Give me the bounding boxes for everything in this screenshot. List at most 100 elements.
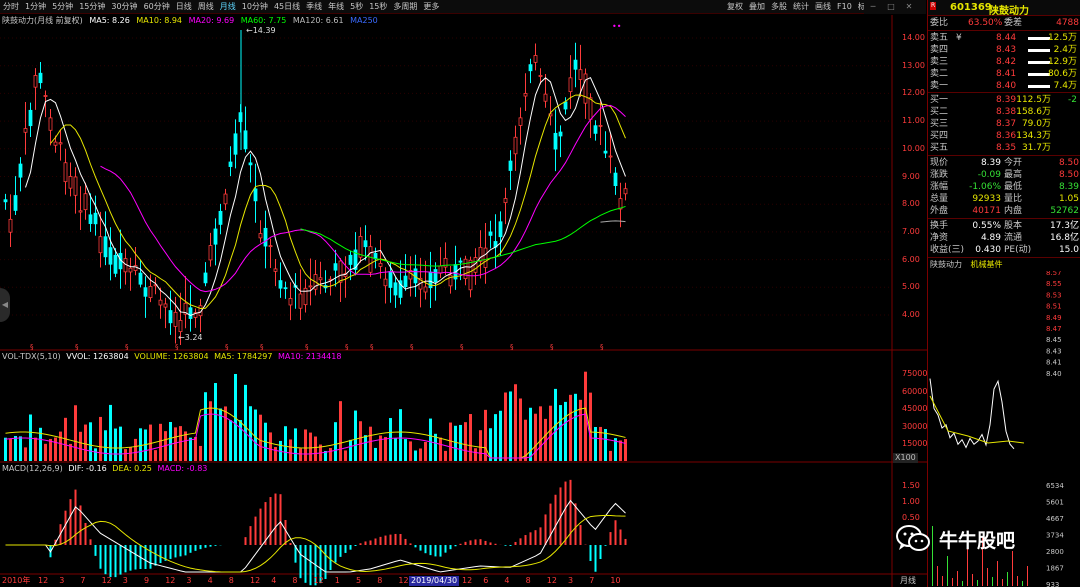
mini-vol-tick: 6534 (1046, 482, 1064, 490)
signal-marker: § (175, 343, 179, 351)
bid-row[interactable]: 买四 8.36 134.3万 (928, 130, 1080, 142)
date-tick-label: 12 (462, 576, 473, 585)
ask-row[interactable]: 卖五 ¥8.44 12.5万 (928, 32, 1080, 44)
macd-bar (594, 545, 597, 572)
volume-bar (374, 447, 377, 461)
date-tick-label: 12 (313, 576, 324, 585)
volume-bar (54, 437, 57, 461)
mini-price-tick: 8.53 (1046, 291, 1062, 299)
date-tick-label: 3 (186, 576, 192, 585)
macd-bar (119, 545, 122, 575)
mini-tab-sector[interactable]: 机械基件 (971, 260, 1003, 269)
volume-bar (429, 418, 432, 461)
candle-body (223, 193, 228, 205)
macd-bar (589, 545, 592, 561)
scroll-left-button[interactable]: ◀ (0, 288, 10, 322)
macd-bar (474, 539, 477, 545)
volume-bar (179, 426, 182, 461)
volume-bar (334, 422, 337, 461)
axis-tick-label: 45000 (902, 404, 928, 413)
ask-row[interactable]: 卖三 8.42 12.9万 (928, 56, 1080, 68)
ask-row[interactable]: 卖四 8.43 2.4万 (928, 44, 1080, 56)
macd-bar (304, 545, 307, 583)
date-tick-label: 3 (59, 576, 65, 585)
volume-bar (559, 405, 562, 461)
mini-price-tick: 8.47 (1046, 325, 1062, 333)
macd-bar (274, 493, 277, 545)
bid-row[interactable]: 买三 8.37 79.0万 (928, 118, 1080, 130)
volume-bar (154, 450, 157, 461)
ask-row[interactable]: 卖一 8.40 7.4万 (928, 80, 1080, 92)
volume-bar (184, 431, 187, 461)
macd-label: MACD: -0.83 (157, 464, 208, 473)
mini-avg-line (929, 395, 1025, 444)
kline-title: 陕鼓动力(月线 前复权) (2, 16, 83, 25)
volume-bar (129, 446, 132, 461)
macd-bar (424, 545, 427, 554)
macd-bar (419, 545, 422, 551)
macd-bar (154, 545, 157, 566)
macd-bar (204, 545, 207, 548)
volume-bar (549, 405, 552, 461)
candle-body (38, 72, 43, 84)
mini-tab-stock[interactable]: 陕鼓动力 (930, 260, 962, 269)
candle-body (58, 142, 63, 145)
mini-vol-bar (1027, 566, 1028, 586)
macd-bar (384, 535, 387, 545)
candle-body (203, 272, 208, 284)
macd-bar (289, 543, 292, 545)
candle-body (83, 193, 88, 211)
axis-tick-label: 4.00 (902, 310, 920, 319)
signal-marker: § (410, 343, 414, 351)
volume-bar (84, 424, 87, 461)
candle-body (103, 236, 108, 258)
macd-bar (84, 523, 87, 545)
ma120-line (600, 220, 626, 223)
candle-body (43, 95, 48, 97)
volume-bar (529, 407, 532, 461)
bid-row[interactable]: 买一 8.39 112.5万 -2 (928, 94, 1080, 106)
volume-bar (539, 406, 542, 461)
macd-bar (599, 545, 602, 560)
volume-bar (464, 422, 467, 461)
macd-bar (269, 497, 272, 545)
volume-bar (4, 437, 7, 461)
candle-body (173, 311, 178, 327)
mini-vol-tick: 4667 (1046, 515, 1064, 523)
volume-bar (204, 392, 207, 461)
volume-bar (369, 426, 372, 461)
volume-bar (409, 441, 412, 461)
macd-bar (509, 545, 512, 546)
signal-marker: § (305, 343, 309, 351)
date-tick-label: 4 (504, 576, 510, 585)
stock-name: 陕鼓动力 (989, 6, 1029, 17)
candle-body (613, 172, 618, 187)
volume-bar (44, 443, 47, 461)
candle-body (403, 275, 408, 288)
signal-marker: § (550, 343, 554, 351)
bid-row[interactable]: 买五 8.35 31.7万 (928, 142, 1080, 154)
stat2-row: 净资 4.89 流通 16.8亿 (930, 233, 1079, 243)
chart-canvas[interactable]: § § § § § § § § § § § § § § (0, 0, 927, 587)
volume-bar (454, 425, 457, 461)
volume-bar (124, 449, 127, 461)
date-tick-label: 12 (165, 576, 176, 585)
macd-bar (614, 520, 617, 545)
candle-body (133, 265, 138, 271)
macd-bar (414, 545, 417, 548)
signal-marker: § (510, 343, 514, 351)
stat-row: 涨幅 -1.06% 最低 8.39 (930, 182, 1079, 192)
dif-label: DIF: -0.16 (68, 464, 107, 473)
axis-tick-label: 5.00 (902, 282, 920, 292)
candle-body (78, 210, 83, 213)
date-tick-label: 5 (356, 576, 362, 585)
ask-row[interactable]: 卖二 8.41 80.6万 (928, 68, 1080, 80)
bid-row[interactable]: 买二 8.38 158.6万 (928, 106, 1080, 118)
candle-body (623, 188, 628, 195)
volume-bar (159, 423, 162, 461)
candle-body (598, 124, 603, 127)
volume-bar (399, 409, 402, 461)
volume-bar (619, 440, 622, 461)
volume-bar (9, 438, 12, 461)
candle-body (188, 307, 193, 319)
